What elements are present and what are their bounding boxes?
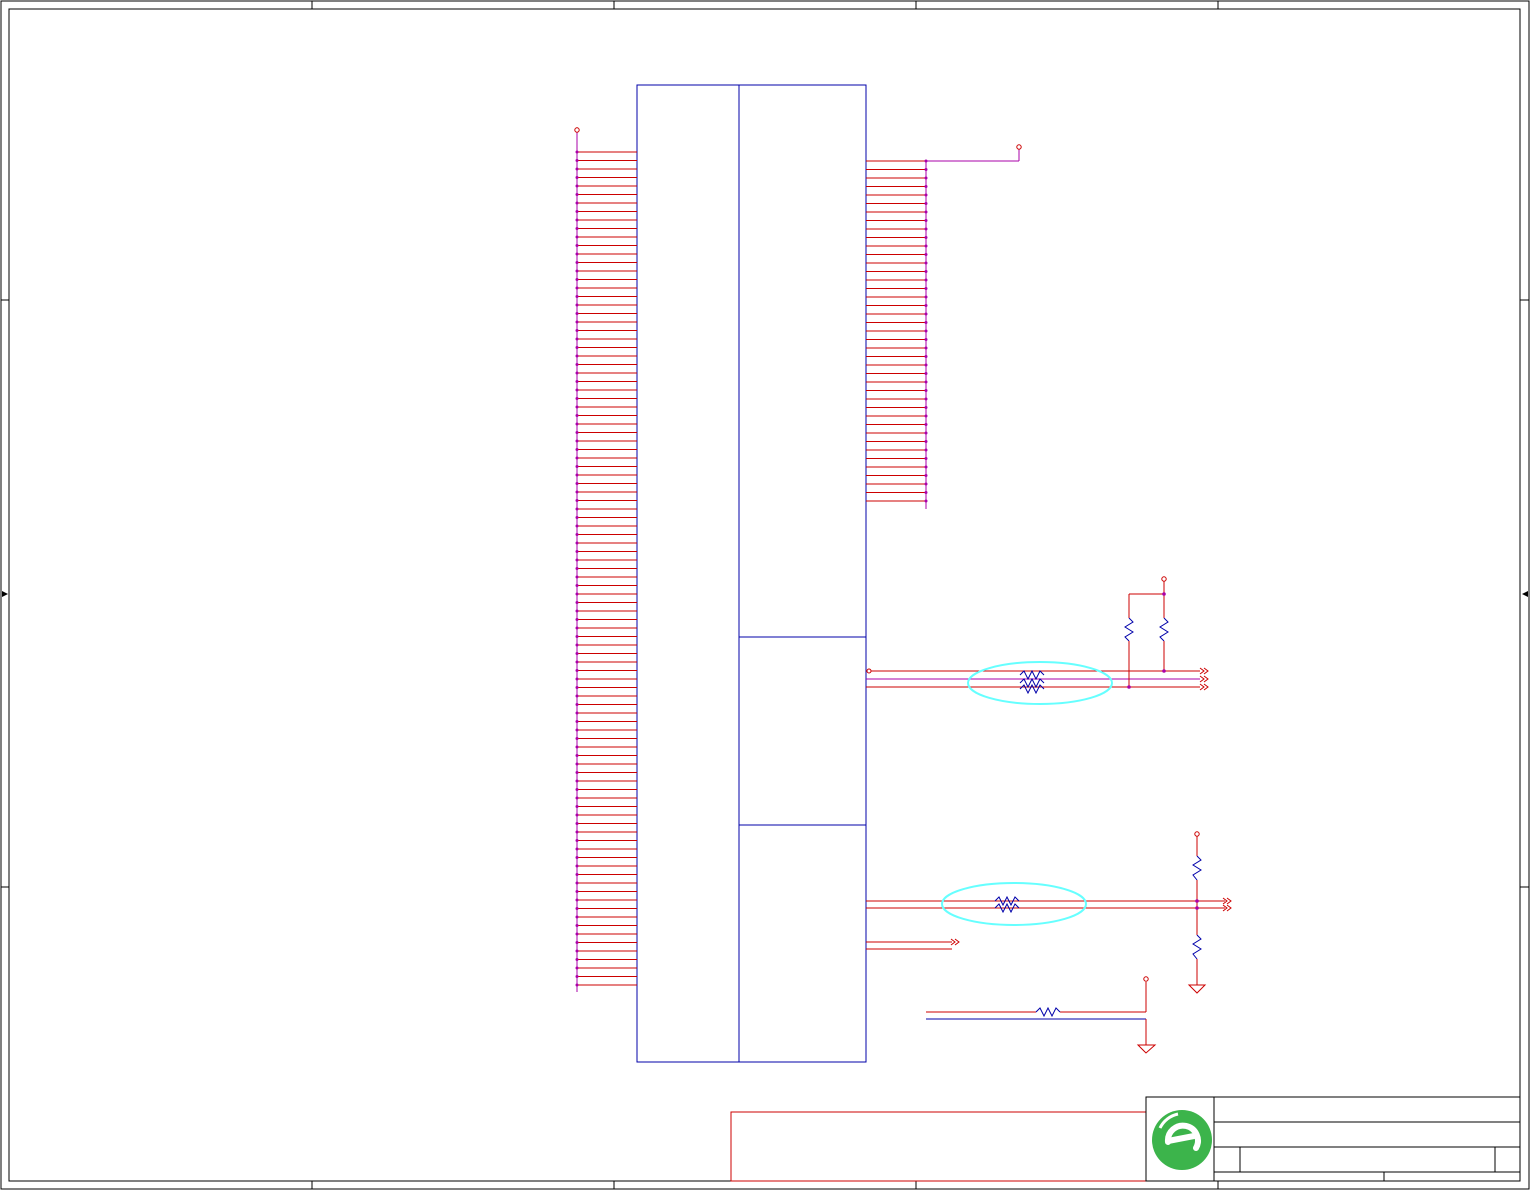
title-block: [1145, 1096, 1521, 1182]
resistor-icon: [1035, 1006, 1061, 1018]
off-sheet-arrow-icon: [1222, 897, 1232, 912]
resistor-icon: [1192, 855, 1202, 881]
power-port-icon: [574, 127, 580, 152]
upper-signal-group: [866, 576, 1209, 705]
company-logo-icon: [1152, 1110, 1212, 1170]
resistor-icon: [1019, 669, 1045, 695]
resistor-icon: [994, 895, 1020, 914]
ground-icon: [1187, 984, 1207, 994]
power-port-icon: [1194, 831, 1200, 837]
sheet-frame: [0, 0, 1530, 1190]
off-sheet-arrow-icon: [1199, 667, 1209, 691]
lower-signal-group: [866, 831, 1232, 994]
right-pin-bus: [866, 159, 928, 509]
off-sheet-arrow-icon: [950, 938, 960, 946]
left-pin-bus: [575, 150, 637, 992]
main-ic-symbol: [636, 84, 867, 1063]
power-port-icon: [1161, 576, 1167, 582]
resistor-icon: [1192, 934, 1202, 960]
ground-icon: [1136, 1044, 1157, 1054]
highlight-ellipse: [967, 661, 1113, 705]
schematic-sheet: [0, 0, 1530, 1190]
notes-box: [730, 1111, 1147, 1182]
bottom-resistor-group: [926, 976, 1157, 1054]
power-port-icon: [926, 144, 1022, 162]
resistor-icon: [1124, 617, 1134, 642]
resistor-icon: [1159, 617, 1169, 642]
power-port-icon: [1143, 976, 1149, 982]
highlight-ellipse: [941, 882, 1087, 926]
